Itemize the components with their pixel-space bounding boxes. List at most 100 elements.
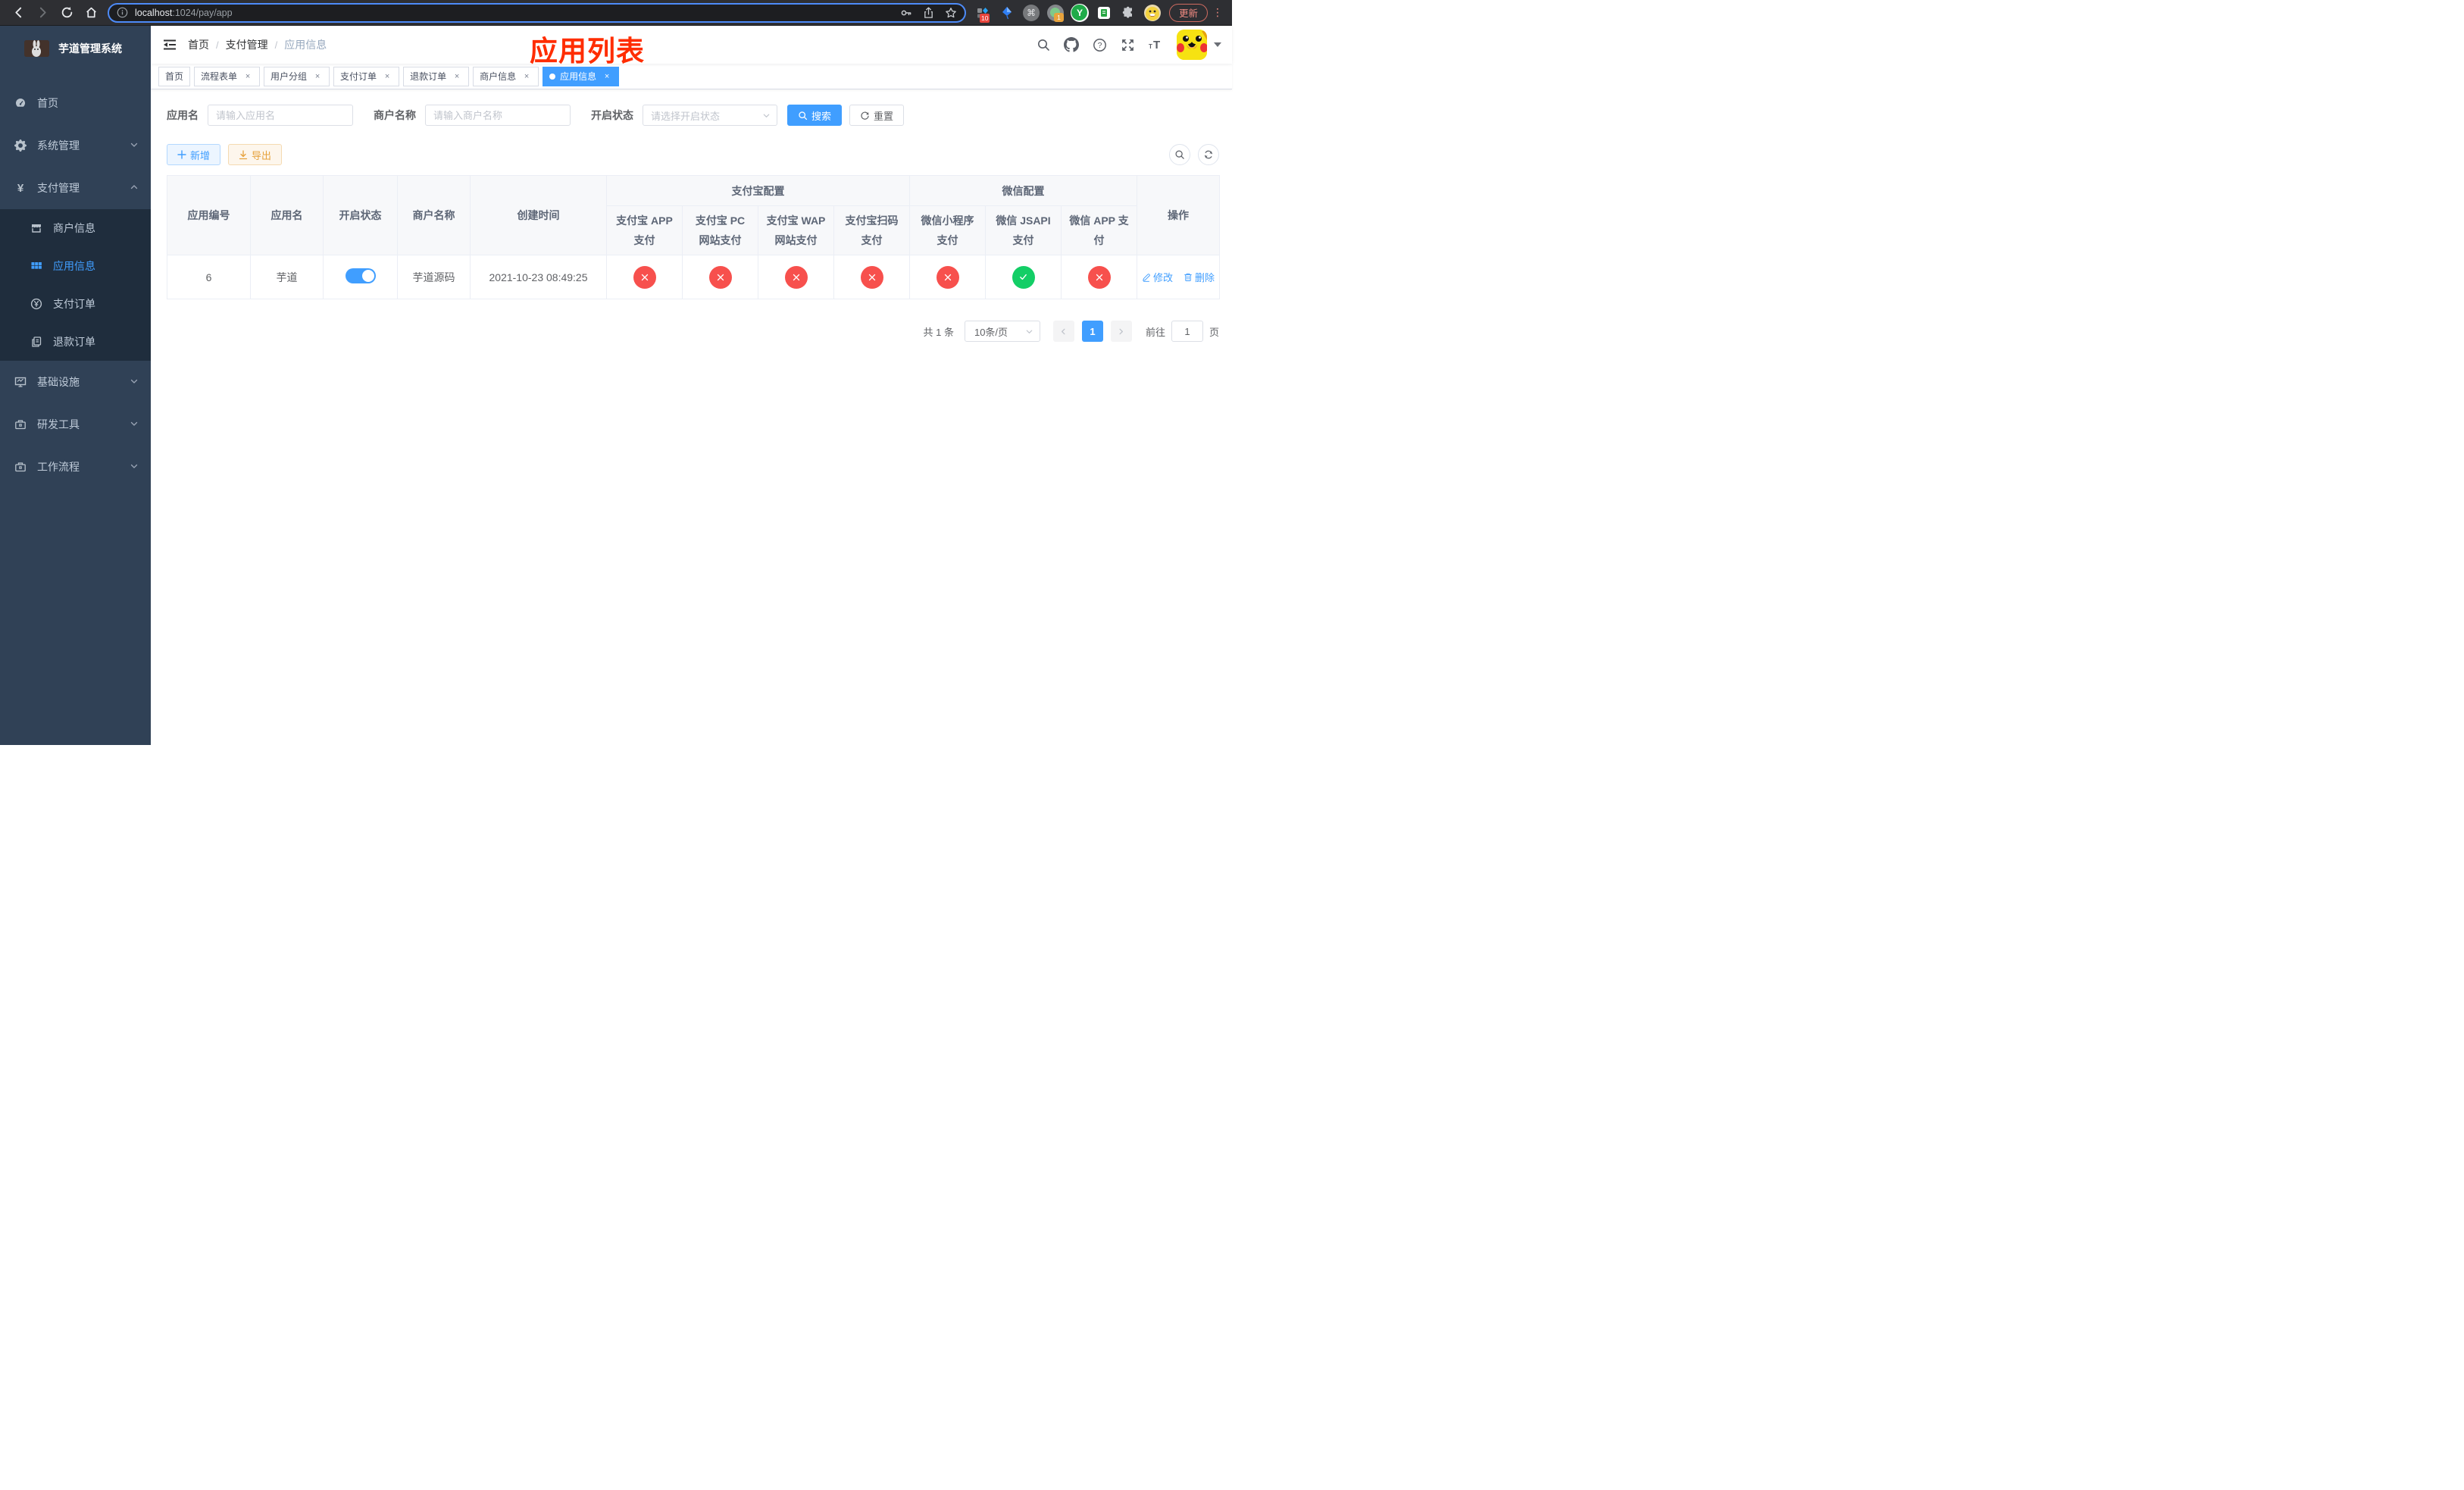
close-icon[interactable]: × bbox=[242, 71, 253, 82]
page-number-1[interactable]: 1 bbox=[1081, 321, 1103, 342]
download-icon bbox=[239, 149, 248, 159]
tag-home[interactable]: 首页 bbox=[158, 66, 191, 86]
col-header-status: 开启状态 bbox=[323, 175, 398, 255]
status-label: 开启状态 bbox=[591, 109, 633, 121]
search-icon bbox=[1175, 150, 1184, 159]
command-extension-icon[interactable]: ⌘ bbox=[1021, 2, 1042, 23]
password-key-icon[interactable] bbox=[900, 7, 912, 19]
toggle-knob bbox=[361, 270, 374, 282]
sidebar-fold-icon[interactable] bbox=[151, 37, 188, 52]
tag-refund-order[interactable]: 退款订单 × bbox=[403, 66, 470, 86]
logo-row[interactable]: 芋道管理系统 bbox=[0, 26, 151, 71]
breadcrumb-section[interactable]: 支付管理 bbox=[226, 37, 268, 52]
table-row: 6 芋道 芋道源码 2021-10-23 08:49:25 修改 删除 bbox=[167, 255, 1221, 299]
merchant-name-input[interactable] bbox=[425, 105, 571, 126]
sidebar-item-refund-order[interactable]: 退款订单 bbox=[0, 323, 151, 361]
sidebar-item-merchant[interactable]: 商户信息 bbox=[0, 209, 151, 247]
tag-merchant-info[interactable]: 商户信息 × bbox=[473, 66, 539, 86]
cross-circle-icon bbox=[708, 265, 732, 289]
shop-icon bbox=[30, 222, 42, 234]
github-icon[interactable] bbox=[1060, 33, 1083, 56]
grid-icon bbox=[30, 260, 42, 272]
tag-process-form[interactable]: 流程表单 × bbox=[194, 66, 261, 86]
app-name-input[interactable] bbox=[208, 105, 353, 126]
close-icon[interactable]: × bbox=[452, 71, 462, 82]
show-search-toggle-button[interactable] bbox=[1169, 144, 1190, 165]
breadcrumb-current: 应用信息 bbox=[284, 39, 327, 51]
sidebar-item-app-info[interactable]: 应用信息 bbox=[0, 247, 151, 285]
close-icon[interactable]: × bbox=[602, 71, 612, 82]
add-button[interactable]: 新增 bbox=[167, 144, 221, 165]
add-button-label: 新增 bbox=[190, 149, 211, 161]
kite-extension-icon[interactable] bbox=[996, 2, 1018, 23]
chevron-up-icon bbox=[130, 182, 139, 194]
proxy-extension-icon[interactable]: 1 bbox=[1045, 2, 1066, 23]
status-toggle[interactable] bbox=[345, 268, 376, 283]
close-icon[interactable]: × bbox=[521, 71, 532, 82]
col-header-wechat-app: 微信 APP 支付 bbox=[1060, 205, 1138, 255]
sidebar-item-workflow[interactable]: 工作流程 bbox=[0, 446, 151, 488]
prev-page-button[interactable] bbox=[1052, 321, 1074, 342]
chrome-update-button[interactable]: 更新 bbox=[1168, 3, 1208, 22]
search-icon[interactable] bbox=[1032, 33, 1055, 56]
bookmark-star-icon[interactable] bbox=[945, 7, 957, 19]
extension-grid-icon[interactable]: 10 bbox=[972, 2, 993, 23]
breadcrumb-home[interactable]: 首页 bbox=[188, 37, 209, 52]
dashboard-icon bbox=[14, 97, 27, 109]
export-button[interactable]: 导出 bbox=[228, 144, 283, 165]
forward-icon[interactable] bbox=[30, 2, 55, 23]
tag-label: 用户分组 bbox=[270, 71, 308, 82]
user-avatar[interactable] bbox=[1177, 30, 1221, 60]
search-button[interactable]: 搜索 bbox=[787, 105, 843, 126]
col-header-app-id: 应用编号 bbox=[167, 175, 251, 255]
cross-circle-icon bbox=[1087, 265, 1111, 289]
edit-label: 修改 bbox=[1153, 272, 1174, 284]
url-bar[interactable]: localhost:1024/pay/app bbox=[108, 2, 966, 23]
goto-page-input[interactable] bbox=[1171, 321, 1203, 342]
close-icon[interactable]: × bbox=[382, 71, 392, 82]
sidebar-item-pay-order[interactable]: 支付订单 bbox=[0, 285, 151, 323]
page: localhost:1024/pay/app 10 ⌘ 1 Y 更新 ⋮ 芋道管… bbox=[0, 0, 1232, 745]
back-icon[interactable] bbox=[6, 2, 30, 23]
reset-button[interactable]: 重置 bbox=[849, 105, 905, 126]
table-toolbar: 新增 导出 bbox=[167, 144, 1219, 165]
fullscreen-icon[interactable] bbox=[1116, 33, 1139, 56]
breadcrumb-separator: / bbox=[274, 39, 278, 51]
group-header-alipay: 支付宝配置 bbox=[606, 175, 910, 206]
close-icon[interactable]: × bbox=[312, 71, 323, 82]
page-size-select[interactable]: 10条/页 bbox=[964, 321, 1040, 342]
sidebar-item-payment[interactable]: ¥ 支付管理 bbox=[0, 167, 151, 209]
next-page-button[interactable] bbox=[1110, 321, 1132, 342]
notes-extension-icon[interactable] bbox=[1093, 2, 1115, 23]
help-icon[interactable]: ? bbox=[1088, 33, 1111, 56]
sidebar-item-home[interactable]: 首页 bbox=[0, 82, 151, 124]
search-button-label: 搜索 bbox=[811, 110, 832, 122]
trash-icon bbox=[1184, 273, 1192, 281]
reload-icon[interactable] bbox=[55, 2, 79, 23]
navbar: 首页 / 支付管理 / 应用信息 应用列表 ? T T bbox=[151, 26, 1232, 67]
sidebar-item-dev-tools[interactable]: 研发工具 bbox=[0, 403, 151, 446]
delete-button[interactable]: 删除 bbox=[1184, 270, 1215, 284]
status-select[interactable]: 请选择开启状态 bbox=[643, 105, 777, 126]
y-extension-icon[interactable]: Y bbox=[1069, 2, 1090, 23]
share-icon[interactable] bbox=[923, 7, 934, 19]
cell-merchant: 芋道源码 bbox=[397, 255, 471, 299]
sidebar-item-system[interactable]: 系统管理 bbox=[0, 124, 151, 167]
tag-pay-order[interactable]: 支付订单 × bbox=[333, 66, 400, 86]
tag-app-info[interactable]: 应用信息 × bbox=[543, 66, 620, 86]
site-info-icon[interactable] bbox=[117, 7, 128, 18]
edit-button[interactable]: 修改 bbox=[1142, 270, 1173, 284]
pagination-total: 共 1 条 bbox=[923, 326, 954, 338]
font-size-icon[interactable]: TT bbox=[1144, 33, 1167, 56]
chevron-left-icon bbox=[1062, 328, 1065, 334]
tag-user-group[interactable]: 用户分组 × bbox=[264, 66, 330, 86]
chevron-down-icon bbox=[130, 461, 139, 473]
status-select-placeholder: 请选择开启状态 bbox=[651, 110, 721, 122]
chrome-menu-icon[interactable]: ⋮ bbox=[1211, 6, 1226, 19]
home-icon[interactable] bbox=[79, 2, 103, 23]
refresh-table-button[interactable] bbox=[1198, 144, 1219, 165]
profile-avatar-icon[interactable] bbox=[1142, 2, 1163, 23]
sidebar-item-infra[interactable]: 基础设施 bbox=[0, 361, 151, 403]
extensions-puzzle-icon[interactable] bbox=[1118, 2, 1139, 23]
cell-app-id: 6 bbox=[167, 255, 251, 299]
